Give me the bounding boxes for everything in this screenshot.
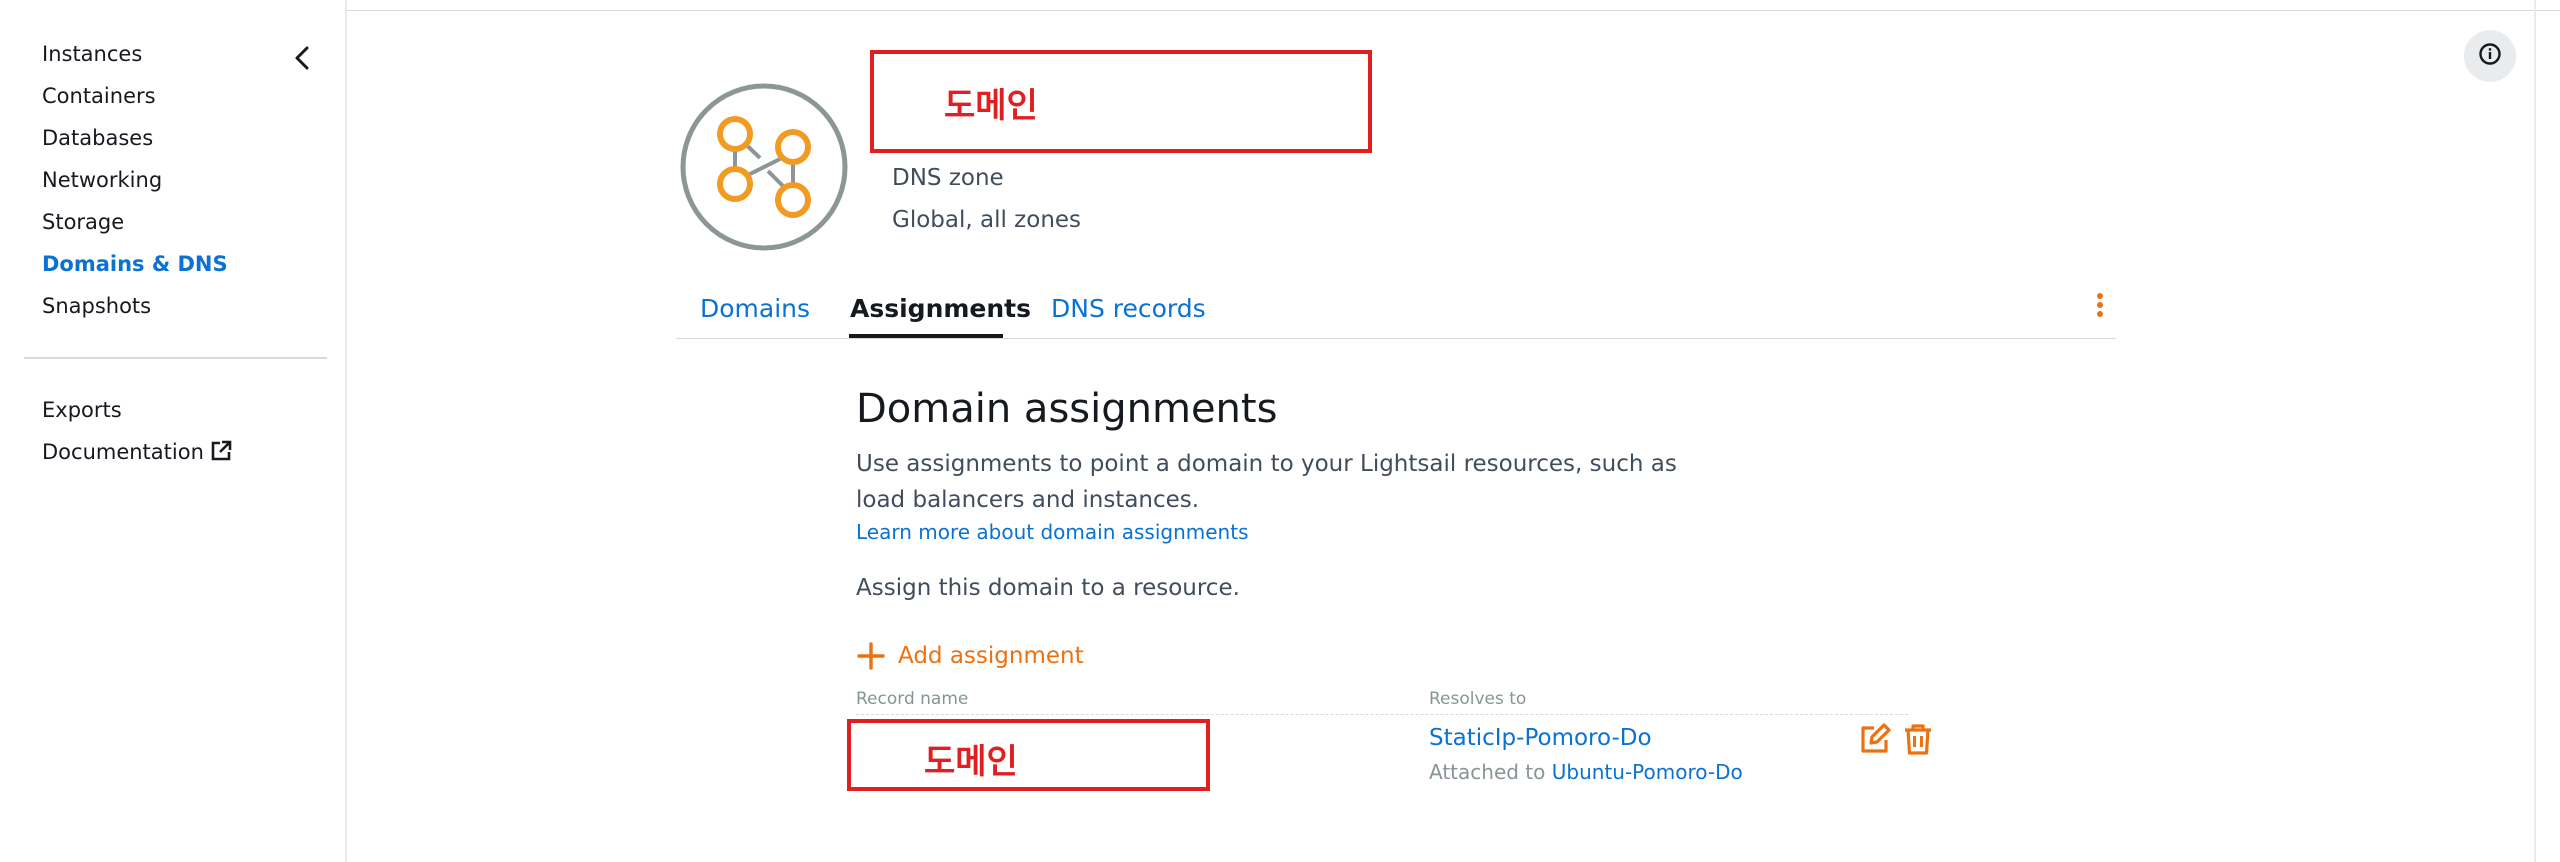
zone-location-label: Global, all zones [892, 207, 1082, 233]
sidebar-item-domains-dns[interactable]: Domains & DNS [42, 252, 228, 276]
info-icon [2478, 42, 2502, 70]
attached-prefix: Attached to [1429, 760, 1546, 784]
learn-more-link[interactable]: Learn more about domain assignments [856, 520, 1249, 544]
add-assignment-button[interactable]: Add assignment [856, 641, 1084, 671]
documentation-label: Documentation [42, 440, 204, 464]
sidebar-item-instances[interactable]: Instances [42, 42, 142, 66]
column-header-resolves-to: Resolves to [1429, 689, 1527, 709]
resolves-to-link[interactable]: StaticIp-Pomoro-Do [1429, 725, 1652, 751]
redacted-record-box [847, 719, 1210, 791]
plus-icon [856, 641, 886, 671]
sidebar-divider [24, 357, 327, 359]
sidebar: Instances Containers Databases Networkin… [0, 0, 347, 862]
column-header-record-name: Record name [856, 689, 969, 709]
scrollbar-track[interactable] [2534, 0, 2536, 862]
domain-title: 도메인 [944, 86, 1038, 126]
sidebar-item-documentation[interactable]: Documentation [42, 440, 232, 467]
tab-dns-records[interactable]: DNS records [1051, 294, 1206, 323]
assign-prompt: Assign this domain to a resource. [856, 575, 1240, 601]
add-assignment-label: Add assignment [898, 643, 1084, 669]
section-heading: Domain assignments [856, 386, 1278, 432]
edit-icon[interactable] [1858, 722, 1892, 756]
attached-instance-link[interactable]: Ubuntu-Pomoro-Do [1552, 760, 1743, 784]
sidebar-item-databases[interactable]: Databases [42, 126, 153, 150]
attached-to-text: Attached to Ubuntu-Pomoro-Do [1429, 760, 1743, 784]
top-border [345, 0, 2560, 11]
kebab-menu-icon[interactable] [2091, 290, 2109, 324]
record-name-value: 도메인 [924, 742, 1018, 782]
trash-icon[interactable] [1901, 722, 1935, 756]
sidebar-item-storage[interactable]: Storage [42, 210, 124, 234]
sidebar-item-networking[interactable]: Networking [42, 168, 162, 192]
tab-assignments[interactable]: Assignments [850, 294, 1031, 323]
section-description: Use assignments to point a domain to you… [856, 451, 1677, 513]
dns-zone-icon [680, 83, 848, 251]
tab-domains[interactable]: Domains [700, 294, 810, 323]
info-button[interactable] [2464, 30, 2516, 82]
dns-zone-label: DNS zone [892, 165, 1004, 191]
sidebar-item-containers[interactable]: Containers [42, 84, 156, 108]
sidebar-item-exports[interactable]: Exports [42, 398, 122, 422]
tabs-divider [676, 338, 2116, 339]
table-header-divider [856, 714, 1908, 715]
sidebar-item-snapshots[interactable]: Snapshots [42, 294, 151, 318]
chevron-left-icon[interactable] [289, 43, 315, 73]
external-link-icon [210, 440, 232, 467]
